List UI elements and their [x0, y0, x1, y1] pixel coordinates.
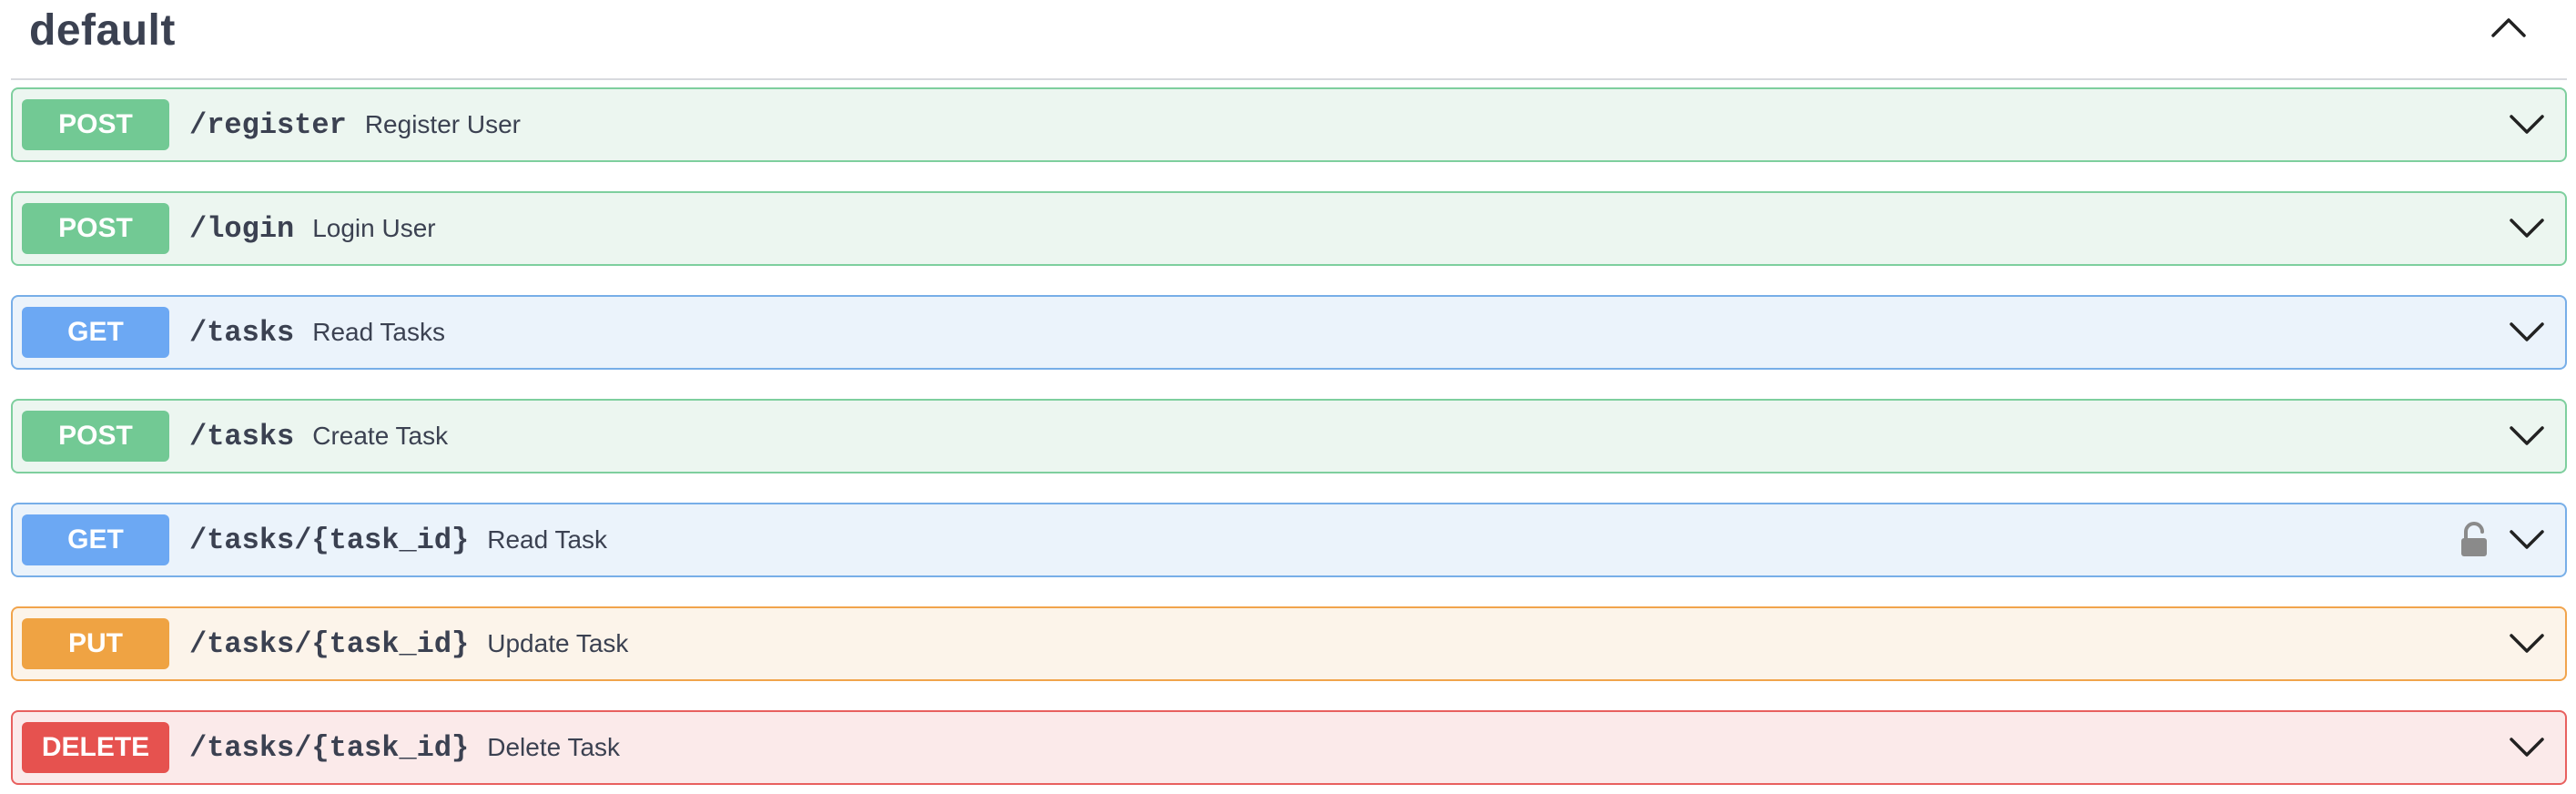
operation-post-register[interactable]: POST /register Register User — [11, 87, 2567, 162]
unlocked-padlock-icon[interactable] — [2458, 521, 2490, 559]
operation-get-task-by-id[interactable]: GET /tasks/{task_id} Read Task — [11, 503, 2567, 577]
operation-post-login[interactable]: POST /login Login User — [11, 191, 2567, 266]
method-badge: DELETE — [22, 722, 169, 773]
api-section-default: default POST /register Register User POS… — [11, 0, 2567, 785]
operation-put-task-by-id[interactable]: PUT /tasks/{task_id} Update Task — [11, 606, 2567, 681]
operation-path: /login — [189, 211, 295, 246]
method-badge: POST — [22, 411, 169, 462]
chevron-down-icon[interactable] — [2507, 314, 2547, 351]
operation-get-tasks[interactable]: GET /tasks Read Tasks — [11, 295, 2567, 370]
operation-post-tasks[interactable]: POST /tasks Create Task — [11, 399, 2567, 473]
operation-path: /tasks/{task_id} — [189, 730, 470, 765]
operation-summary: Login User — [312, 214, 436, 242]
method-badge: GET — [22, 514, 169, 565]
operation-path: /tasks — [189, 315, 295, 350]
chevron-down-icon[interactable] — [2507, 418, 2547, 454]
operation-path: /tasks — [189, 419, 295, 453]
chevron-down-icon[interactable] — [2507, 626, 2547, 662]
operation-summary: Update Task — [487, 629, 629, 657]
method-badge: GET — [22, 307, 169, 358]
operation-summary: Read Task — [487, 525, 608, 554]
chevron-down-icon[interactable] — [2507, 107, 2547, 143]
operation-summary: Create Task — [312, 422, 449, 450]
method-badge: POST — [22, 99, 169, 150]
operation-summary: Read Tasks — [312, 318, 446, 346]
section-header[interactable]: default — [11, 0, 2567, 80]
operation-summary: Delete Task — [487, 733, 621, 761]
method-badge: PUT — [22, 618, 169, 669]
chevron-down-icon[interactable] — [2507, 729, 2547, 766]
operation-path: /tasks/{task_id} — [189, 626, 470, 661]
chevron-down-icon[interactable] — [2507, 210, 2547, 247]
section-title: default — [29, 5, 176, 55]
operation-delete-task-by-id[interactable]: DELETE /tasks/{task_id} Delete Task — [11, 710, 2567, 785]
chevron-down-icon[interactable] — [2507, 522, 2547, 558]
operation-path: /tasks/{task_id} — [189, 523, 470, 557]
method-badge: POST — [22, 203, 169, 254]
operation-path: /register — [189, 107, 347, 142]
chevron-up-icon[interactable] — [2483, 7, 2534, 47]
operation-summary: Register User — [364, 110, 521, 138]
